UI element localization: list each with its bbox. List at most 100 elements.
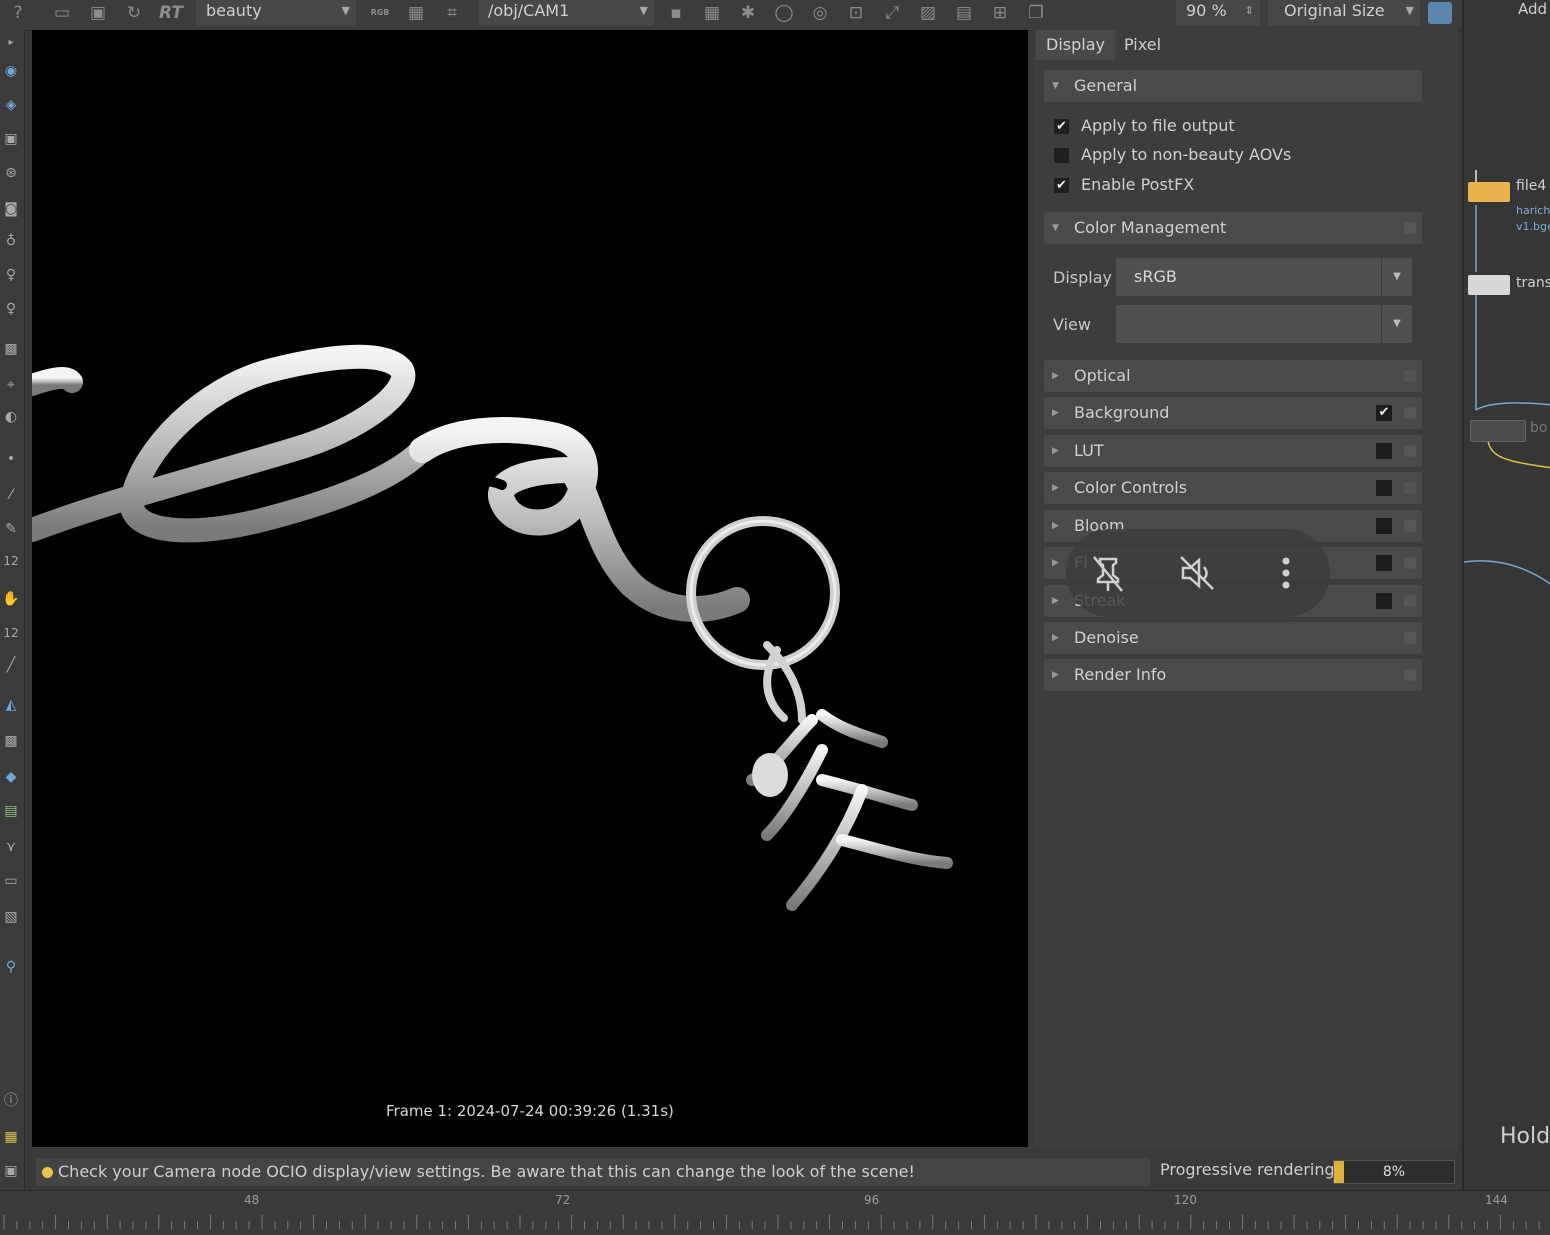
hand-icon[interactable]: ✋ — [0, 588, 22, 610]
timeline-ruler[interactable]: 48 72 96 120 144 — [0, 1190, 1550, 1235]
render-region-icon[interactable]: ▣ — [86, 2, 110, 24]
add-frame-icon[interactable]: ⊞ — [988, 2, 1012, 24]
display-select[interactable]: sRGB ▼ — [1116, 258, 1412, 296]
checkbox-apply-file-output[interactable]: ✔ — [1054, 119, 1069, 134]
pin-icon[interactable]: ⚲ — [0, 956, 22, 978]
image-icon[interactable]: ▤ — [952, 2, 976, 24]
list-icon[interactable]: ▭ — [0, 870, 22, 892]
checkbox-color-controls[interactable] — [1376, 480, 1392, 496]
camera-tool-icon[interactable]: ◈ — [0, 94, 22, 116]
transform-node-label[interactable]: transf — [1516, 275, 1550, 291]
help-icon[interactable]: ? — [6, 2, 30, 24]
size-combo[interactable]: Original Size ▼ — [1268, 0, 1420, 26]
node-network-pane[interactable]: Add file4 harich v1.bge transf bo Hold — [1462, 0, 1550, 1190]
section-background-header[interactable]: ▶ Background ✔ — [1044, 397, 1422, 429]
copy-icon[interactable]: ❐ — [1024, 2, 1048, 24]
pen-icon[interactable]: ✎ — [0, 518, 22, 540]
checkbox-apply-non-beauty[interactable] — [1054, 148, 1069, 163]
checkbox-streak[interactable] — [1376, 593, 1392, 609]
checkbox-bloom[interactable] — [1376, 518, 1392, 534]
line-icon[interactable]: ╱ — [0, 654, 22, 676]
tab-display[interactable]: Display — [1036, 30, 1115, 60]
tab-pixel[interactable]: Pixel — [1114, 30, 1171, 60]
option-enable-postfx[interactable]: ✔ Enable PostFX — [1054, 173, 1194, 197]
layout-icon[interactable]: ▦ — [0, 1126, 22, 1148]
monitor-icon[interactable]: ▣ — [0, 1160, 22, 1182]
camera-combo[interactable]: /obj/CAM1 ▼ — [478, 0, 654, 26]
file-node[interactable] — [1468, 182, 1510, 202]
settings-toggle-icon[interactable] — [1428, 2, 1452, 24]
shader-icon[interactable]: ◐ — [0, 406, 22, 428]
sphere-icon[interactable]: ⊛ — [0, 162, 22, 184]
lock-icon[interactable]: ▣ — [0, 128, 22, 150]
more-options-icon[interactable] — [1262, 549, 1310, 597]
section-toggle-knob[interactable] — [1404, 370, 1416, 382]
target-icon[interactable]: ◎ — [808, 2, 832, 24]
checker-b-icon[interactable]: ▩ — [0, 730, 22, 752]
file-node-label[interactable]: file4 — [1516, 178, 1546, 194]
refresh-icon[interactable]: ↻ — [122, 2, 146, 24]
crop-icon[interactable]: ⌗ — [440, 2, 464, 24]
mute-icon[interactable] — [1173, 549, 1221, 597]
transform-node[interactable] — [1468, 275, 1510, 295]
checkbox-enable-postfx[interactable]: ✔ — [1054, 178, 1069, 193]
aov-combo[interactable]: beauty ▼ — [196, 0, 356, 26]
number-12b-label[interactable]: 12 — [0, 622, 22, 644]
section-lut-header[interactable]: ▶ LUT — [1044, 435, 1422, 467]
checkbox-background[interactable]: ✔ — [1376, 405, 1392, 421]
focus-icon[interactable]: ⊡ — [844, 2, 868, 24]
section-toggle-knob[interactable] — [1404, 632, 1416, 644]
grid-dots-icon[interactable]: ▦ — [700, 2, 724, 24]
camera-icon[interactable]: ⌖ — [0, 374, 22, 396]
section-general-header[interactable]: ▼ General — [1044, 70, 1422, 102]
option-apply-non-beauty[interactable]: Apply to non-beauty AOVs — [1054, 143, 1291, 167]
section-toggle-knob[interactable] — [1404, 520, 1416, 532]
section-toggle-knob[interactable] — [1404, 445, 1416, 457]
region-icon[interactable]: ◭ — [0, 694, 22, 716]
expand-arrow-icon[interactable]: ▸ — [0, 32, 22, 54]
eye-icon[interactable]: ◉ — [0, 60, 22, 82]
section-toggle-knob[interactable] — [1404, 407, 1416, 419]
diamond-icon[interactable]: ◆ — [0, 766, 22, 788]
number-12-label[interactable]: 12 — [0, 550, 22, 572]
snapshot-icon[interactable]: ▭ — [50, 2, 74, 24]
option-apply-file-output[interactable]: ✔ Apply to file output — [1054, 114, 1235, 138]
brush-icon[interactable]: ⁄ — [0, 484, 22, 506]
zoom-field[interactable]: 90 % ⇕ — [1176, 0, 1260, 26]
square-icon[interactable]: ▪ — [664, 2, 688, 24]
display-icon[interactable]: ◙ — [0, 198, 22, 220]
circle-icon[interactable]: ◯ — [772, 2, 796, 24]
freeze-icon[interactable]: ✱ — [736, 2, 760, 24]
checkbox-lut[interactable] — [1376, 443, 1392, 459]
bulb-icon[interactable]: ♀ — [0, 264, 22, 286]
section-render-info-header[interactable]: ▶ Render Info — [1044, 659, 1422, 691]
bulb-alt-icon[interactable]: ♀ — [0, 298, 22, 320]
info-icon[interactable]: ⓘ — [0, 1090, 22, 1112]
branch-icon[interactable]: ⋎ — [0, 836, 22, 858]
section-toggle-knob[interactable] — [1404, 557, 1416, 569]
section-toggle-knob[interactable] — [1404, 222, 1416, 234]
grid-icon[interactable]: ▦ — [404, 2, 428, 24]
rt-icon[interactable]: RT — [154, 2, 188, 24]
stack-icon[interactable]: ▤ — [0, 800, 22, 822]
expand-icon[interactable]: ⤢ — [880, 2, 904, 24]
render-viewport[interactable]: Frame 1: 2024-07-24 00:39:26 (1.31s) — [32, 30, 1028, 1147]
bypassed-node-label[interactable]: bo — [1530, 420, 1547, 436]
rgb-icon[interactable]: RGB — [368, 2, 392, 24]
section-toggle-knob[interactable] — [1404, 482, 1416, 494]
section-toggle-knob[interactable] — [1404, 595, 1416, 607]
checker-icon[interactable]: ▩ — [0, 338, 22, 360]
section-toggle-knob[interactable] — [1404, 669, 1416, 681]
picture-icon[interactable]: ▧ — [0, 906, 22, 928]
section-denoise-header[interactable]: ▶ Denoise — [1044, 622, 1422, 654]
stepper-icon[interactable]: ⇕ — [1245, 0, 1254, 22]
section-color-controls-header[interactable]: ▶ Color Controls — [1044, 472, 1422, 504]
section-color-management-header[interactable]: ▼ Color Management — [1044, 212, 1422, 244]
bypassed-node[interactable] — [1470, 420, 1526, 442]
unpin-icon[interactable] — [1084, 549, 1132, 597]
checkbox-flare[interactable] — [1376, 555, 1392, 571]
light-icon[interactable]: ♁ — [0, 230, 22, 252]
view-select[interactable]: ▼ — [1116, 305, 1412, 343]
dot-icon[interactable]: • — [0, 448, 22, 470]
stripes-icon[interactable]: ▨ — [916, 2, 940, 24]
